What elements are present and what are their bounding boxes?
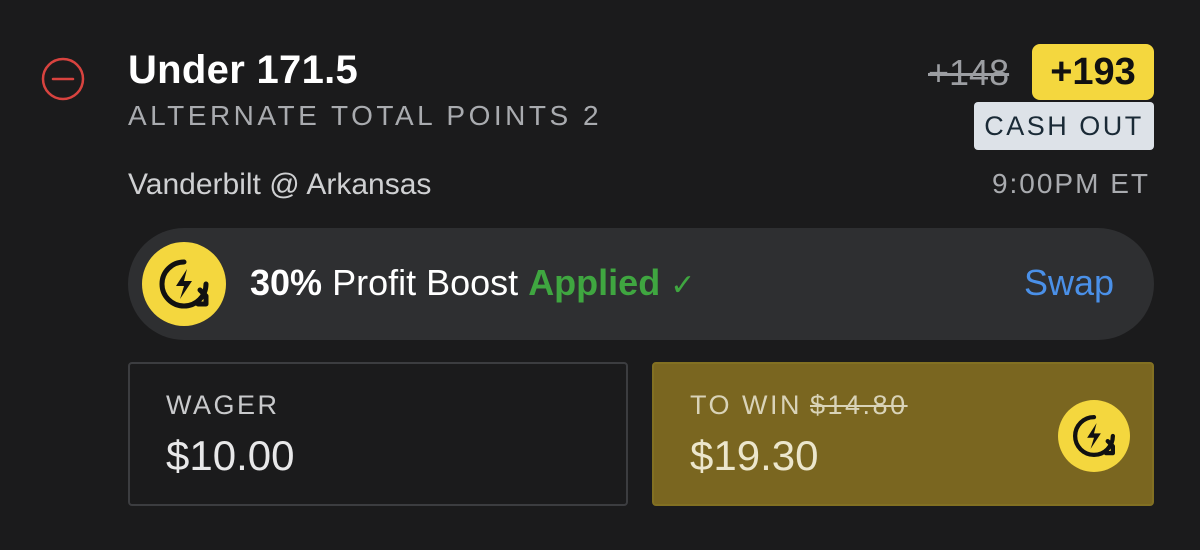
boost-status: Applied — [528, 262, 661, 303]
lightning-boost-icon — [1058, 400, 1130, 472]
checkmark-icon: ✓ — [670, 269, 696, 302]
bet-slip-leg: Under 171.5 ALTERNATE TOTAL POINTS 2 Van… — [0, 0, 1200, 550]
market-name: ALTERNATE TOTAL POINTS 2 — [128, 100, 603, 131]
to-win-label: TO WIN — [690, 390, 802, 420]
to-win-amount: $19.30 — [690, 432, 819, 479]
original-odds: +148 — [928, 52, 1010, 93]
wager-input[interactable]: WAGER $10.00 — [128, 362, 628, 506]
cash-out-button[interactable]: CASH OUT — [974, 102, 1154, 150]
to-win-field[interactable]: TO WIN $14.80 $19.30 — [652, 362, 1154, 506]
wager-label: WAGER — [166, 390, 280, 420]
event-time: 9:00PM ET — [991, 168, 1150, 199]
boost-label: Profit Boost — [332, 262, 519, 303]
original-payout: $14.80 — [810, 390, 908, 420]
remove-leg-icon[interactable] — [40, 56, 86, 102]
boost-description: 30% Profit Boost Applied ✓ — [250, 262, 695, 304]
boosted-odds-badge: +193 — [1032, 44, 1154, 100]
matchup: Vanderbilt @ Arkansas — [128, 168, 432, 201]
selection-title: Under 171.5 — [128, 48, 359, 92]
profit-boost-banner: 30% Profit Boost Applied ✓ Swap — [128, 228, 1154, 340]
swap-boost-button[interactable]: Swap — [1024, 262, 1114, 304]
lightning-boost-icon — [142, 242, 226, 326]
to-win-label-row: TO WIN $14.80 — [690, 390, 908, 421]
wager-amount: $10.00 — [166, 432, 295, 479]
boost-percent: 30% — [250, 262, 323, 303]
